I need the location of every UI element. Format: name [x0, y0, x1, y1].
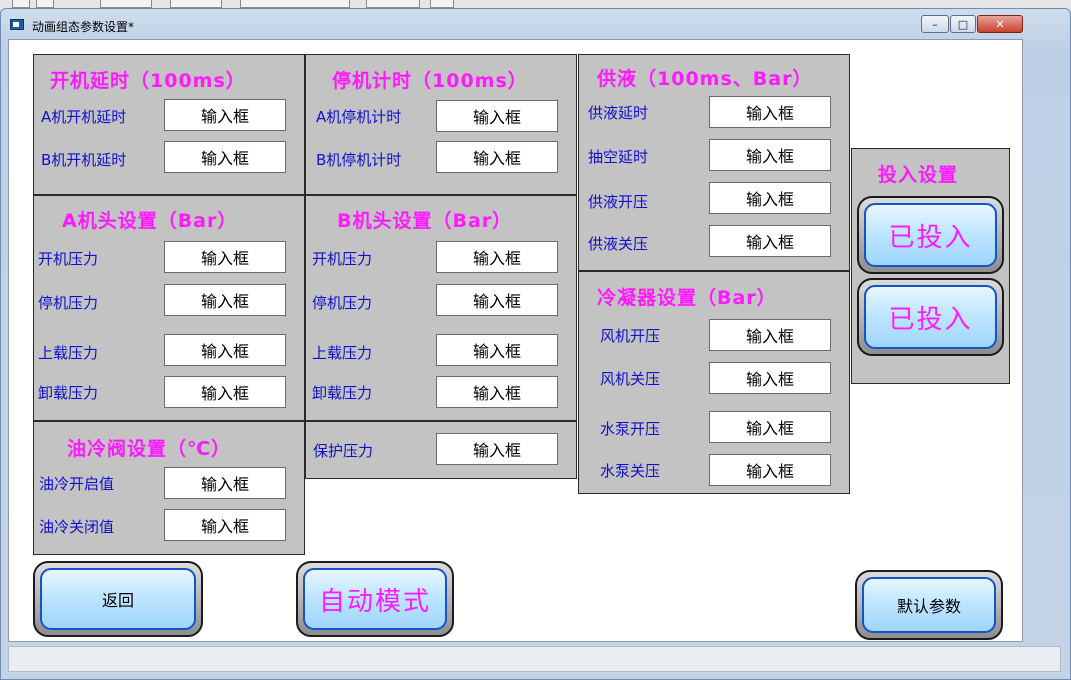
default-params-button[interactable]: 默认参数: [855, 570, 1003, 640]
oil-cooler-open-input[interactable]: 输入框: [164, 467, 286, 499]
field-label: 油冷开启值: [39, 475, 115, 493]
toolbar-stub[interactable]: [36, 0, 54, 8]
button-label: 已投入: [888, 222, 973, 253]
field-label: 卸载压力: [38, 384, 99, 402]
panel-title: 油冷阀设置（℃）: [67, 438, 232, 460]
button-label: 自动模式: [318, 586, 431, 617]
protection-pressure-input[interactable]: 输入框: [436, 433, 558, 465]
field-label: A机开机延时: [41, 108, 127, 126]
head-a-stop-pressure-input[interactable]: 输入框: [164, 284, 286, 316]
panel-title: 开机延时（100ms）: [50, 70, 246, 92]
panel-title: 停机计时（100ms）: [332, 70, 528, 92]
toolbar-stub[interactable]: [430, 0, 454, 8]
field-label: 油冷关闭值: [39, 518, 115, 536]
commission-toggle-2-button[interactable]: 已投入: [857, 278, 1004, 356]
auto-mode-button[interactable]: 自动模式: [296, 561, 454, 637]
button-label: 默认参数: [896, 597, 961, 616]
fan-open-pressure-input[interactable]: 输入框: [709, 319, 831, 351]
stop-timer-b-input[interactable]: 输入框: [436, 141, 558, 173]
field-label: 供液关压: [588, 235, 649, 253]
pump-open-pressure-input[interactable]: 输入框: [709, 411, 831, 443]
evacuate-delay-input[interactable]: 输入框: [709, 139, 831, 171]
window-app-icon: [10, 19, 24, 30]
field-label: 上载压力: [38, 344, 99, 362]
head-a-load-pressure-input[interactable]: 输入框: [164, 334, 286, 366]
start-delay-a-input[interactable]: 输入框: [164, 99, 286, 131]
commission-toggle-1-button[interactable]: 已投入: [857, 196, 1004, 274]
start-delay-panel: 开机延时（100ms） A机开机延时 输入框 B机开机延时 输入框: [33, 54, 305, 195]
dialog-client-area: 开机延时（100ms） A机开机延时 输入框 B机开机延时 输入框 停机计时（1…: [8, 39, 1023, 642]
oil-cooler-panel: 油冷阀设置（℃） 油冷开启值 输入框 油冷关闭值 输入框: [33, 421, 305, 555]
field-label: 停机压力: [38, 294, 99, 312]
field-label: B机开机延时: [41, 151, 127, 169]
dialog-window: 动画组态参数设置* – □ ✕ 开机延时（100ms） A机开机延时 输入框 B…: [0, 8, 1071, 680]
back-button[interactable]: 返回: [33, 561, 203, 637]
head-b-load-pressure-input[interactable]: 输入框: [436, 334, 558, 366]
toolbar-stub[interactable]: [366, 0, 420, 8]
head-a-start-pressure-input[interactable]: 输入框: [164, 241, 286, 273]
toolbar-stub[interactable]: [12, 0, 30, 8]
field-label: 卸载压力: [312, 384, 373, 402]
toolbar-stub[interactable]: [170, 0, 222, 8]
field-label: 开机压力: [312, 250, 373, 268]
field-label: 抽空延时: [588, 148, 649, 166]
field-label: 水泵开压: [600, 420, 661, 438]
supply-close-pressure-input[interactable]: 输入框: [709, 225, 831, 257]
panel-title: A机头设置（Bar）: [62, 210, 238, 232]
pump-close-pressure-input[interactable]: 输入框: [709, 454, 831, 486]
protection-pressure-panel: 保护压力 输入框: [305, 421, 577, 479]
toolbar-stub[interactable]: [100, 0, 152, 8]
panel-title: B机头设置（Bar）: [337, 210, 513, 232]
commission-panel: 投入设置 已投入 已投入: [851, 148, 1010, 384]
panel-title: 冷凝器设置（Bar）: [597, 287, 777, 309]
field-label: 开机压力: [38, 250, 99, 268]
start-delay-b-input[interactable]: 输入框: [164, 141, 286, 173]
condenser-panel: 冷凝器设置（Bar） 风机开压 输入框 风机关压 输入框 水泵开压 输入框 水泵…: [578, 271, 850, 494]
field-label: 供液延时: [588, 104, 649, 122]
window-title: 动画组态参数设置*: [32, 20, 135, 34]
stop-timer-a-input[interactable]: 输入框: [436, 100, 558, 132]
maximize-button[interactable]: □: [950, 15, 976, 33]
supply-delay-input[interactable]: 输入框: [709, 96, 831, 128]
panel-title: 投入设置: [878, 164, 959, 186]
head-b-unload-pressure-input[interactable]: 输入框: [436, 376, 558, 408]
close-button[interactable]: ✕: [977, 15, 1023, 33]
field-label: 停机压力: [312, 294, 373, 312]
head-b-panel: B机头设置（Bar） 开机压力 输入框 停机压力 输入框 上载压力 输入框 卸载…: [305, 195, 577, 421]
field-label: 风机关压: [600, 370, 661, 388]
button-label: 已投入: [888, 304, 973, 335]
stop-timer-panel: 停机计时（100ms） A机停机计时 输入框 B机停机计时 输入框: [305, 54, 577, 195]
supply-open-pressure-input[interactable]: 输入框: [709, 182, 831, 214]
status-bar: [8, 646, 1061, 672]
toolbar-stub[interactable]: [240, 0, 350, 8]
liquid-supply-panel: 供液（100ms、Bar） 供液延时 输入框 抽空延时 输入框 供液开压 输入框…: [578, 54, 850, 271]
minimize-button[interactable]: –: [921, 15, 949, 33]
field-label: B机停机计时: [316, 151, 402, 169]
parent-toolbar-strip: [0, 0, 1071, 8]
field-label: 水泵关压: [600, 462, 661, 480]
head-b-start-pressure-input[interactable]: 输入框: [436, 241, 558, 273]
head-b-stop-pressure-input[interactable]: 输入框: [436, 284, 558, 316]
oil-cooler-close-input[interactable]: 输入框: [164, 509, 286, 541]
field-label: 上载压力: [312, 344, 373, 362]
fan-close-pressure-input[interactable]: 输入框: [709, 362, 831, 394]
field-label: A机停机计时: [316, 108, 402, 126]
panel-title: 供液（100ms、Bar）: [597, 68, 813, 90]
field-label: 保护压力: [313, 442, 374, 460]
head-a-unload-pressure-input[interactable]: 输入框: [164, 376, 286, 408]
head-a-panel: A机头设置（Bar） 开机压力 输入框 停机压力 输入框 上载压力 输入框 卸载…: [33, 195, 305, 421]
title-bar[interactable]: 动画组态参数设置* – □ ✕: [1, 9, 1070, 39]
field-label: 供液开压: [588, 193, 649, 211]
field-label: 风机开压: [600, 327, 661, 345]
button-label: 返回: [101, 591, 134, 610]
